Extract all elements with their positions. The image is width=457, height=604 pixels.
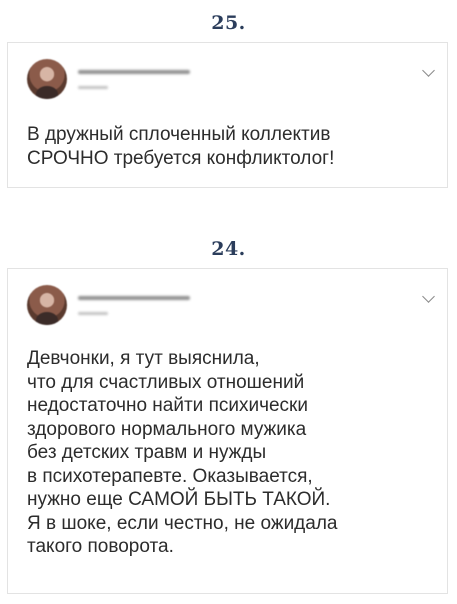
- post-card: Девчонки, я тут выяснила, что для счастл…: [7, 268, 448, 594]
- post-text-line: нужно еще САМОЙ БЫТЬ ТАКОЙ.: [27, 489, 331, 510]
- post-text-line: Я в шоке, если честно, не ожидала: [27, 512, 338, 534]
- post-text-line: в психотерапевте. Оказывается,: [27, 465, 313, 487]
- post-text-line: В дружный сплоченный коллектив: [27, 124, 331, 145]
- post-number: 24.: [211, 238, 246, 260]
- chevron-down-icon[interactable]: [422, 290, 435, 303]
- post-card: В дружный сплоченный коллектив СРОЧНО тр…: [7, 42, 448, 188]
- post-text-line: недостаточно найти психически: [27, 395, 308, 416]
- post-text-line: Девчонки, я тут выяснила,: [27, 348, 260, 369]
- author-handle[interactable]: [78, 86, 108, 89]
- post-text: В дружный сплоченный коллектив СРОЧНО тр…: [27, 123, 437, 170]
- post-text-line: что для счастливых отношений: [27, 371, 305, 393]
- post-text-line: СРОЧНО требуется конфликтолог!: [27, 147, 335, 169]
- post-text-line: без детских травм и нужды: [27, 442, 267, 463]
- chevron-down-icon[interactable]: [422, 64, 435, 77]
- author-handle[interactable]: [78, 312, 108, 315]
- post-text-line: такого поворота.: [27, 536, 174, 557]
- author-name[interactable]: [78, 296, 190, 300]
- avatar[interactable]: [27, 285, 67, 325]
- post-number: 25.: [211, 12, 246, 34]
- post-text: Девчонки, я тут выяснила, что для счастл…: [27, 347, 437, 559]
- post-text-line: здорового нормального мужика: [27, 418, 307, 440]
- author-name[interactable]: [78, 70, 190, 74]
- avatar[interactable]: [27, 59, 67, 99]
